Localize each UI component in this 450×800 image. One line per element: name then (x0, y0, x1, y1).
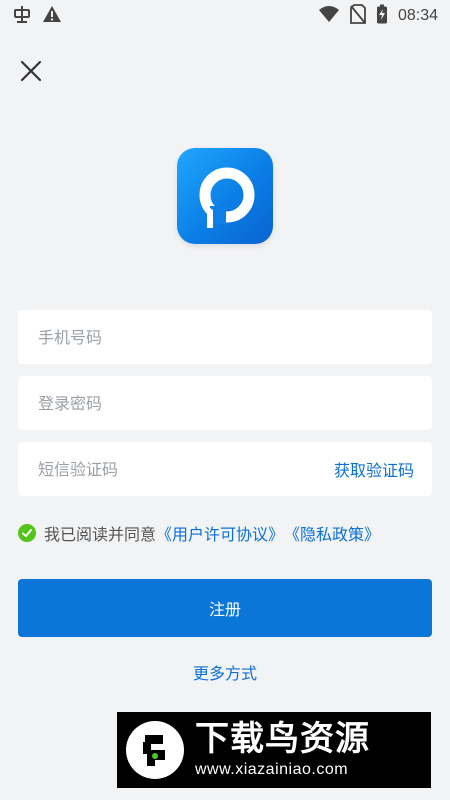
status-left-icons (12, 4, 62, 28)
watermark-banner: 下载鸟资源 www.xiazainiao.com (117, 712, 431, 788)
get-code-button[interactable]: 获取验证码 (334, 457, 414, 481)
status-right-icons: 08:34 (318, 4, 438, 28)
wifi-icon (318, 5, 340, 27)
password-input[interactable] (36, 392, 414, 414)
check-icon (22, 529, 32, 537)
agreement-row: 我已阅读并同意 《用户许可协议》 《隐私政策》 (18, 520, 380, 546)
phone-input[interactable] (36, 326, 414, 348)
watermark-url: www.xiazainiao.com (195, 761, 349, 778)
sms-code-input[interactable] (36, 458, 324, 480)
sms-code-field[interactable]: 获取验证码 (18, 442, 432, 496)
user-license-link[interactable]: 《用户许可协议》 (156, 521, 284, 545)
close-button[interactable] (18, 58, 44, 84)
app-logo-icon (177, 167, 273, 248)
watermark-logo-icon (125, 720, 185, 780)
more-options-link[interactable]: 更多方式 (0, 660, 450, 684)
app-logo (177, 148, 273, 244)
phone-field[interactable] (18, 310, 432, 364)
privacy-policy-link[interactable]: 《隐私政策》 (284, 521, 380, 545)
battery-charging-icon (376, 4, 388, 28)
agreement-checkbox[interactable] (18, 524, 36, 542)
status-bar: 08:34 (0, 0, 450, 32)
watermark-text: 下载鸟资源 www.xiazainiao.com (195, 722, 370, 778)
bug-icon (12, 4, 32, 28)
status-time: 08:34 (397, 7, 438, 24)
no-sim-icon (350, 4, 366, 28)
agreement-prefix: 我已阅读并同意 (44, 525, 157, 544)
warning-icon (42, 4, 62, 28)
register-button[interactable]: 注册 (18, 579, 432, 637)
watermark-title: 下载鸟资源 (195, 719, 370, 759)
password-field[interactable] (18, 376, 432, 430)
close-icon (18, 60, 44, 88)
